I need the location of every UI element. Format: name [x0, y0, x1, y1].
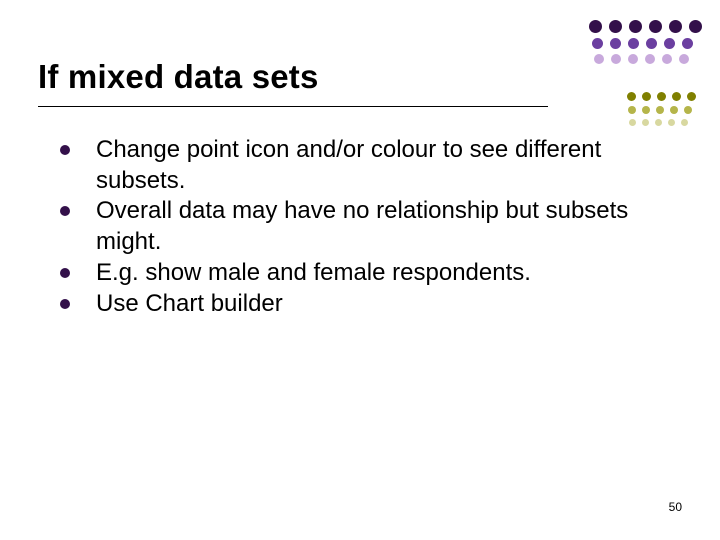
list-item: Overall data may have no relationship bu…	[60, 196, 660, 257]
list-item: Change point icon and/or colour to see d…	[60, 135, 660, 196]
list-item: E.g. show male and female respondents.	[60, 258, 660, 289]
bullet-list: Change point icon and/or colour to see d…	[60, 135, 660, 319]
page-number: 50	[669, 500, 682, 514]
slide-title: If mixed data sets	[38, 58, 682, 96]
list-item: Use Chart builder	[60, 289, 660, 320]
